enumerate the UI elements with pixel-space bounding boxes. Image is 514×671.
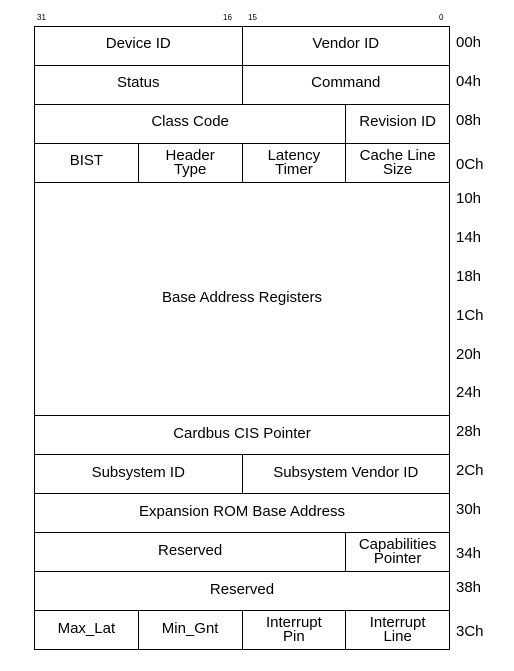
offset-label: 1Ch: [456, 306, 484, 324]
bit-label-0: 0: [439, 13, 444, 22]
register-field-header-type: Header Type: [137, 142, 243, 183]
register-field-subsystem-vendor-id: Subsystem Vendor ID: [241, 454, 450, 495]
register-field-revision-id: Revision ID: [345, 103, 450, 144]
register-field-device-id: Device ID: [34, 26, 243, 66]
offset-label: 08h: [456, 111, 482, 129]
register-field-expansion-rom-base-address: Expansion ROM Base Address: [34, 493, 450, 534]
register-field-cardbus-cis-pointer: Cardbus CIS Pointer: [34, 415, 450, 456]
bit-label-15: 15: [248, 13, 257, 22]
offset-label: 10h: [456, 189, 482, 207]
register-field-subsystem-id: Subsystem ID: [34, 454, 243, 495]
register-field-vendor-id: Vendor ID: [241, 26, 450, 66]
register-field-cache-line-size: Cache Line Size: [345, 142, 450, 183]
bit-label-31: 31: [37, 13, 46, 22]
offset-label: 28h: [456, 423, 482, 441]
offset-label: 0Ch: [456, 155, 484, 173]
register-field-capabilities-pointer: Capabilities Pointer: [345, 532, 450, 573]
offset-label: 14h: [456, 228, 482, 246]
register-field-reserved: Reserved: [34, 571, 450, 612]
offset-label: 30h: [456, 501, 482, 519]
register-field-command: Command: [241, 64, 450, 105]
offset-label: 20h: [456, 345, 482, 363]
offset-label: 38h: [456, 579, 482, 597]
offset-label: 34h: [456, 545, 482, 563]
offset-label: 18h: [456, 267, 482, 285]
register-field-class-code: Class Code: [34, 103, 347, 144]
register-field-latency-timer: Latency Timer: [241, 142, 347, 183]
register-field-interrupt-pin: Interrupt Pin: [241, 610, 347, 650]
register-field-status: Status: [34, 64, 243, 105]
offset-label: 04h: [456, 72, 482, 90]
register-field-base-address-registers: Base Address Registers: [34, 181, 450, 417]
bit-label-16: 16: [223, 13, 232, 22]
register-field-reserved: Reserved: [34, 532, 347, 573]
offset-label: 24h: [456, 384, 482, 402]
offset-label: 3Ch: [456, 623, 484, 641]
register-field-min-gnt: Min_Gnt: [137, 610, 243, 650]
offset-label: 00h: [456, 34, 482, 51]
register-field-interrupt-line: Interrupt Line: [345, 610, 450, 650]
register-field-max-lat: Max_Lat: [34, 610, 139, 650]
offset-label: 2Ch: [456, 462, 484, 480]
register-field-bist: BIST: [34, 142, 139, 183]
